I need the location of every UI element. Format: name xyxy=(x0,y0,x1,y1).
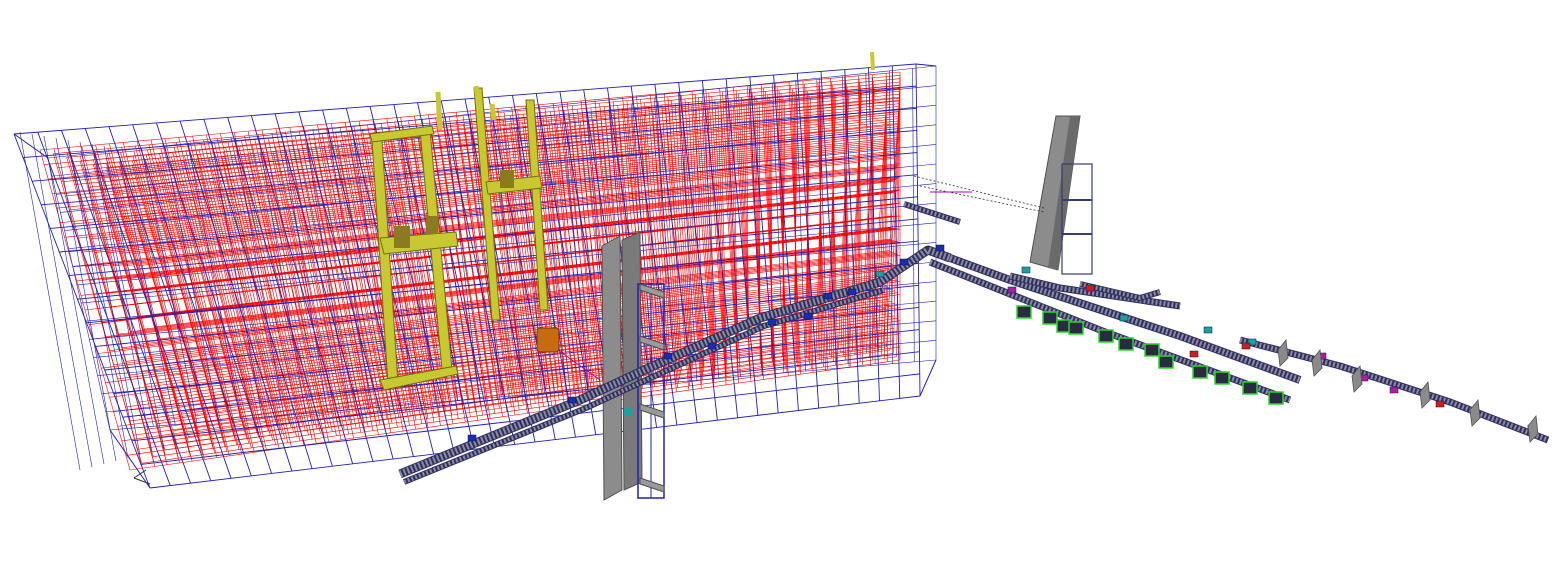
pick-station xyxy=(1098,329,1114,343)
rack-bin-row xyxy=(39,71,901,151)
rack-frame-row xyxy=(13,63,917,135)
pick-station xyxy=(1268,391,1284,405)
load-teal xyxy=(1021,266,1031,274)
load-blue xyxy=(663,352,673,360)
crane3-top-rod xyxy=(473,85,481,101)
pallet-orange xyxy=(536,327,560,353)
load-red xyxy=(1435,400,1445,408)
load-blue xyxy=(847,288,857,296)
crane-load-2 xyxy=(426,216,438,234)
pick-station xyxy=(1158,355,1174,369)
lift-column-right xyxy=(621,231,643,491)
load-teal xyxy=(1203,326,1213,334)
load-blue xyxy=(707,342,717,350)
load-blue xyxy=(899,258,909,266)
rack-structure[interactable] xyxy=(13,63,937,489)
load-blue xyxy=(767,318,777,326)
rack-side-col xyxy=(19,131,81,471)
lift-teal-load xyxy=(624,408,632,416)
rack-edge xyxy=(919,359,937,397)
lift-shelf-4 xyxy=(639,477,665,493)
crane2-load xyxy=(500,170,514,188)
crane5-top-rod xyxy=(870,51,875,71)
pick-station xyxy=(1068,321,1084,335)
pick-station xyxy=(1118,337,1134,351)
sort-post xyxy=(1311,348,1323,377)
pick-station xyxy=(1042,311,1058,325)
load-red xyxy=(1085,284,1095,292)
rack-bins xyxy=(39,71,901,471)
rack-side-col xyxy=(55,137,117,462)
pick-station xyxy=(1016,305,1032,319)
crane-load xyxy=(394,226,410,248)
load-red xyxy=(1189,350,1199,358)
3d-viewport[interactable] xyxy=(0,0,1554,577)
pick-station xyxy=(1214,371,1230,385)
pick-station xyxy=(1192,365,1208,379)
sort-post xyxy=(1419,380,1431,409)
lift-column-left xyxy=(601,235,623,501)
load-magenta xyxy=(1007,286,1017,294)
load-teal xyxy=(875,270,885,278)
load-blue xyxy=(935,244,945,252)
rack-bin-row xyxy=(129,278,896,376)
rack-frame-back-col xyxy=(912,68,915,362)
lift-shelf-3 xyxy=(639,403,665,419)
rack-edge xyxy=(109,429,151,489)
load-magenta xyxy=(1389,386,1399,394)
conveyor-line[interactable] xyxy=(398,201,1550,485)
crane4-top-rod xyxy=(489,103,497,121)
crane2-top-rod xyxy=(435,91,443,131)
lift2-link-2 xyxy=(919,185,1045,213)
load-red xyxy=(1241,342,1251,350)
sort-post xyxy=(1277,338,1289,367)
rack-frame-col xyxy=(915,63,921,397)
load-blue xyxy=(467,434,477,442)
load-blue xyxy=(567,396,577,404)
pick-station xyxy=(1242,381,1258,395)
sort-post xyxy=(1469,398,1481,427)
load-blue xyxy=(823,292,833,300)
load-teal xyxy=(1119,314,1129,322)
load-blue xyxy=(803,312,813,320)
pick-station xyxy=(1144,343,1160,357)
rack-edge xyxy=(915,63,937,67)
rack-bin-row xyxy=(106,88,901,169)
